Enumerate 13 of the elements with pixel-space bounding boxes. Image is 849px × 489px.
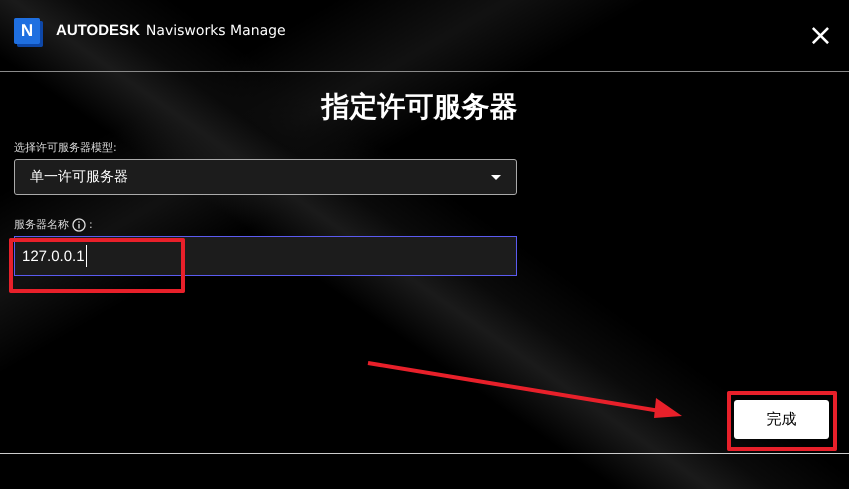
brand-name: AUTODESK [56,22,140,39]
finish-button[interactable]: 完成 [734,400,829,439]
caret-icon [491,174,501,180]
app-logo: N [14,18,40,44]
label-colon: : [89,218,93,231]
server-name-input[interactable]: 127.0.0.1 [14,236,517,276]
field-label: 选择许可服务器模型: [14,140,118,155]
field-label: 服务器名称 [14,217,69,232]
product-name: Navisworks Manage [146,22,286,38]
server-model-dropdown[interactable]: 单一许可服务器 [14,159,517,195]
dialog-title: 指定许可服务器 [322,90,518,125]
close-button[interactable]: × [806,20,835,50]
info-icon[interactable] [72,218,86,232]
